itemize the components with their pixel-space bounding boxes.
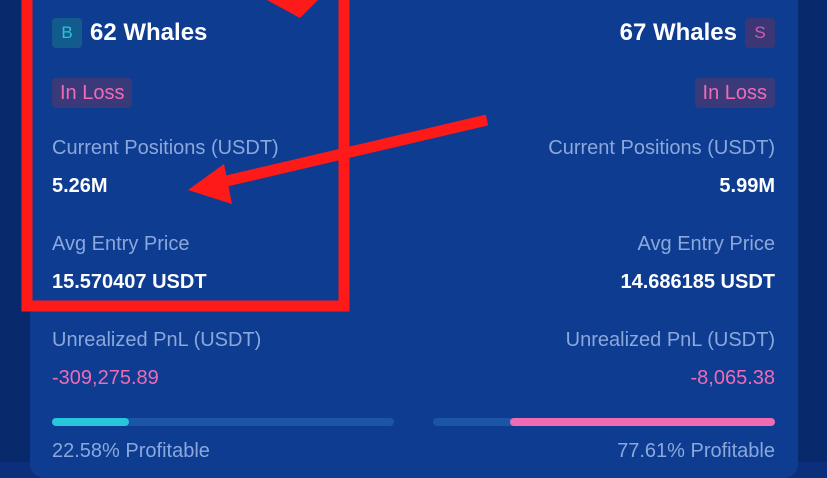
sell-side-badge: S: [745, 18, 775, 48]
buy-avg-entry-value: 15.570407 USDT: [52, 271, 207, 293]
sell-unrealized-pnl-value: -8,065.38: [690, 367, 775, 389]
sell-avg-entry-label: Avg Entry Price: [637, 233, 775, 255]
buy-unrealized-pnl-label: Unrealized PnL (USDT): [52, 329, 262, 351]
buy-whales-count: 62 Whales: [90, 19, 208, 46]
buy-profitable-bar-fill: [52, 418, 130, 426]
buy-profitable-label: 22.58% Profitable: [52, 440, 210, 462]
sell-profitable-bar: [433, 418, 775, 426]
sell-avg-entry-value: 14.686185 USDT: [620, 271, 775, 293]
sell-profitable-bar-fill: [509, 418, 775, 426]
sell-current-positions-label: Current Positions (USDT): [548, 137, 775, 159]
sell-whales-count: 67 Whales: [619, 19, 737, 46]
sell-status-badge: In Loss: [694, 78, 775, 108]
buy-status-badge: In Loss: [52, 78, 133, 108]
sell-unrealized-pnl-label: Unrealized PnL (USDT): [565, 329, 775, 351]
buy-current-positions-label: Current Positions (USDT): [52, 137, 279, 159]
page-edge-right: [797, 0, 827, 462]
buy-current-positions-value: 5.26M: [52, 175, 108, 197]
buy-side-badge: B: [52, 18, 82, 48]
page-edge-left: [0, 0, 30, 462]
buy-unrealized-pnl-value: -309,275.89: [52, 367, 159, 389]
buy-avg-entry-label: Avg Entry Price: [52, 233, 190, 255]
sell-current-positions-value: 5.99M: [719, 175, 775, 197]
sell-profitable-label: 77.61% Profitable: [617, 440, 775, 462]
buy-profitable-bar: [52, 418, 394, 426]
